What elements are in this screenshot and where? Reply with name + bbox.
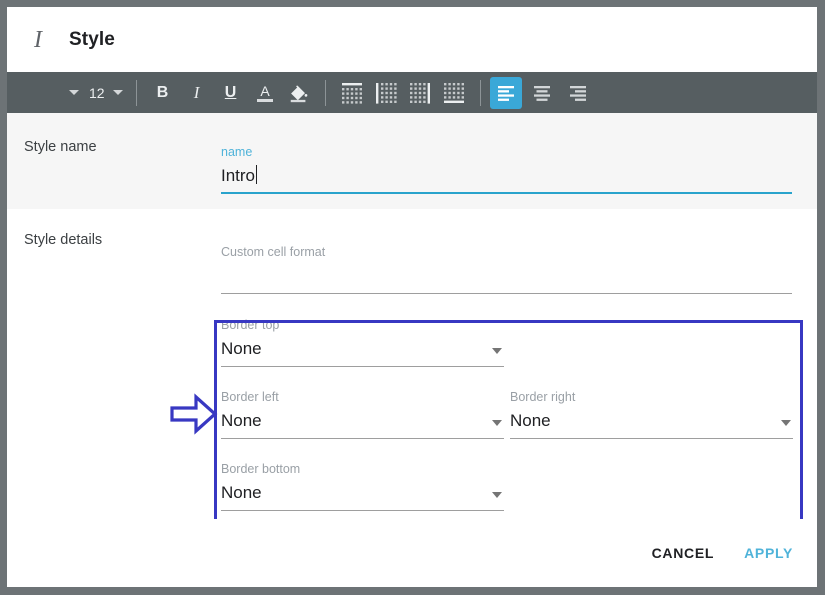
section-style-details-label: Style details	[24, 232, 103, 248]
toolbar-separator	[324, 79, 326, 106]
align-right-button[interactable]	[562, 77, 594, 109]
toolbar-separator	[135, 79, 137, 106]
style-name-field-value: Intro	[221, 165, 258, 185]
chevron-down-icon	[492, 492, 502, 498]
border-bottom-value: None	[221, 483, 262, 502]
border-right-icon	[409, 82, 430, 104]
formatting-toolbar: 12 B I U A	[7, 72, 817, 113]
fill-color-button[interactable]	[282, 77, 316, 109]
annotation-arrow-right-icon	[170, 393, 218, 435]
align-center-button[interactable]	[526, 77, 558, 109]
border-left-button[interactable]	[369, 77, 403, 109]
border-bottom-select[interactable]: Border bottom None	[221, 462, 504, 511]
font-name-dropdown[interactable]	[15, 77, 85, 109]
border-top-label: Border top	[221, 318, 280, 332]
custom-cell-format-value	[221, 265, 792, 286]
cancel-button[interactable]: CANCEL	[652, 545, 715, 561]
chevron-down-icon	[112, 90, 123, 95]
border-bottom-label: Border bottom	[221, 462, 301, 476]
svg-text:A: A	[260, 83, 270, 99]
chevron-down-icon	[69, 90, 79, 95]
border-top-button[interactable]	[335, 77, 369, 109]
border-left-icon	[375, 82, 397, 104]
chevron-down-icon	[492, 420, 502, 426]
section-style-name: Style name name Intro	[7, 113, 817, 209]
section-style-details: Style details Custom cell format Border …	[7, 209, 817, 511]
section-style-name-label: Style name	[24, 139, 97, 155]
dialog-footer: CANCEL APPLY	[7, 519, 817, 587]
border-top-value: None	[221, 339, 262, 358]
align-right-icon	[569, 85, 586, 101]
chevron-down-icon	[492, 348, 502, 354]
border-right-button[interactable]	[403, 77, 437, 109]
align-left-button[interactable]	[489, 76, 522, 109]
chevron-down-icon	[781, 420, 791, 426]
italic-icon: I	[193, 83, 200, 102]
border-right-underline	[510, 438, 793, 439]
border-left-label: Border left	[221, 390, 279, 404]
custom-cell-format-underline	[221, 293, 792, 294]
toolbar-separator	[479, 79, 481, 106]
border-left-underline	[221, 438, 504, 439]
border-top-select[interactable]: Border top None	[221, 318, 504, 367]
bold-icon: B	[156, 83, 169, 101]
custom-cell-format-label: Custom cell format	[221, 245, 326, 259]
text-color-button[interactable]: A	[248, 77, 282, 109]
border-top-underline	[221, 366, 504, 367]
border-right-select[interactable]: Border right None	[510, 390, 793, 439]
bold-button[interactable]: B	[146, 77, 180, 109]
dialog-titlebar: I Style	[7, 7, 817, 72]
border-left-select[interactable]: Border left None	[221, 390, 504, 439]
style-name-field-underline	[221, 192, 792, 194]
border-top-icon	[341, 82, 362, 104]
text-color-icon: A	[256, 83, 273, 102]
border-bottom-underline	[221, 510, 504, 511]
border-left-value: None	[221, 411, 262, 430]
apply-button[interactable]: APPLY	[744, 545, 793, 561]
style-name-field[interactable]: name Intro	[221, 145, 792, 194]
text-format-italic-icon: I	[34, 26, 42, 53]
align-left-icon	[497, 85, 514, 101]
italic-button[interactable]: I	[180, 77, 214, 109]
align-center-icon	[533, 85, 550, 101]
border-bottom-icon	[443, 82, 464, 103]
underline-button[interactable]: U	[214, 77, 248, 109]
paint-bucket-icon	[290, 84, 307, 102]
dialog-title: Style	[69, 28, 115, 50]
border-right-label: Border right	[510, 390, 576, 404]
application-window: I Style 12 B I U A Style name name Intro…	[0, 0, 825, 595]
custom-cell-format-field[interactable]: Custom cell format	[221, 245, 792, 294]
dialog-style: I Style 12 B I U A Style name name Intro…	[7, 7, 817, 587]
font-size-value: 12	[89, 84, 105, 101]
text-cursor	[256, 165, 258, 184]
border-bottom-button[interactable]	[437, 77, 471, 109]
style-name-field-label: name	[221, 145, 253, 159]
border-right-value: None	[510, 411, 551, 430]
underline-icon: U	[224, 83, 237, 101]
font-size-dropdown[interactable]: 12	[85, 77, 127, 109]
